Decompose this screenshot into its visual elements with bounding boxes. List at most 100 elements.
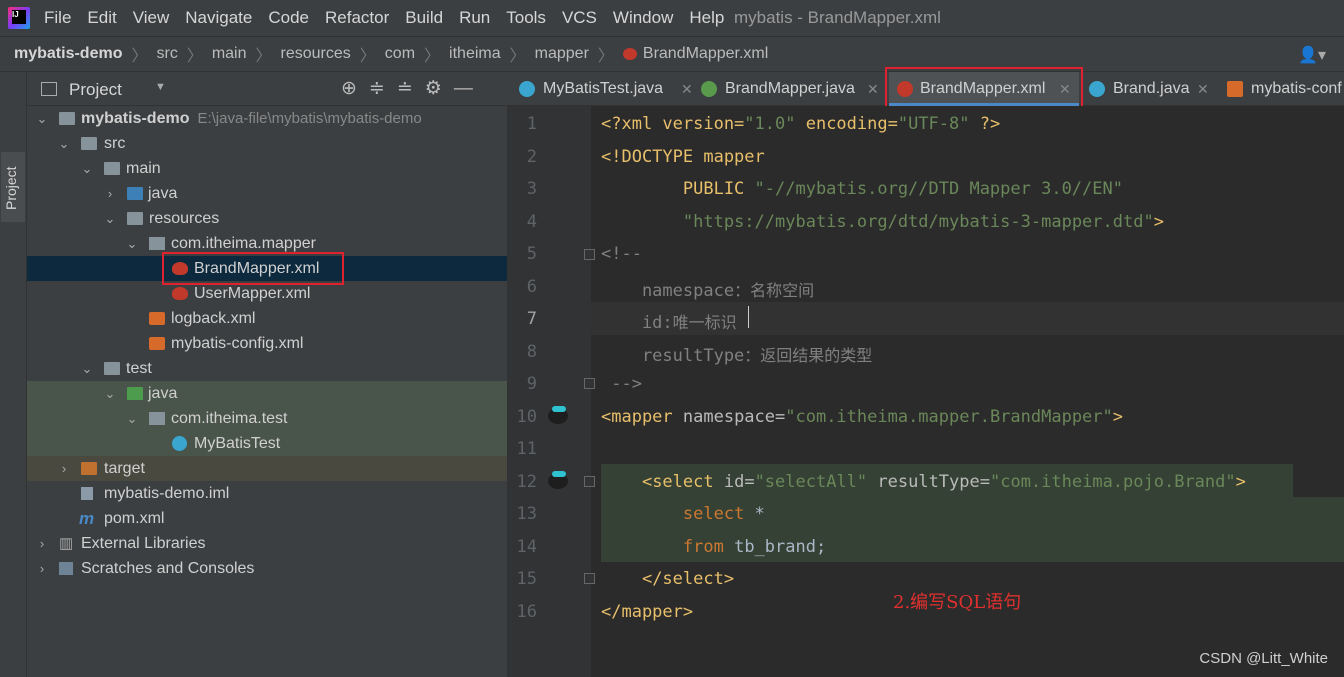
close-icon[interactable]: ✕ <box>867 72 879 106</box>
line-number: 15 <box>516 569 537 589</box>
menu-run[interactable]: Run <box>459 8 490 28</box>
tree-item-resources[interactable]: ⌄ resources <box>27 206 507 231</box>
crumb-src[interactable]: src <box>156 45 177 63</box>
fold-marker-icon[interactable] <box>584 476 595 487</box>
line-number: 6 <box>526 277 537 297</box>
code-line-14: from tb_brand; <box>682 537 827 557</box>
tree-label: logback.xml <box>171 310 256 327</box>
close-icon[interactable]: ✕ <box>681 72 693 106</box>
fold-marker-icon[interactable] <box>584 249 595 260</box>
tree-label: mybatis-demo <box>81 110 190 127</box>
project-panel-header: Project ▼ ⊕≑≐⚙— <box>27 72 507 106</box>
text-cursor <box>748 306 749 328</box>
project-tree: ⌄ mybatis-demo E:\java-file\mybatis\mybat… <box>27 106 507 677</box>
tree-item-scratches[interactable]: › Scratches and Consoles <box>27 556 507 581</box>
hide-icon[interactable]: — <box>454 78 485 99</box>
code-line-8: resultType：返回结果的类型 <box>601 346 873 366</box>
tree-item-java[interactable]: › java <box>27 181 507 206</box>
crumb-project[interactable]: mybatis-demo <box>14 45 122 63</box>
tree-item-test-java[interactable]: ⌄ java <box>27 381 507 406</box>
crumb-itheima[interactable]: itheima <box>449 45 501 63</box>
line-number: 12 <box>516 472 537 492</box>
line-number: 9 <box>526 374 537 394</box>
fold-marker-icon[interactable] <box>584 573 595 584</box>
menu-window[interactable]: Window <box>613 8 673 28</box>
menu-refactor[interactable]: Refactor <box>325 8 389 28</box>
collapse-all-icon[interactable]: ≐ <box>397 78 425 99</box>
mybatis-navigate-icon[interactable] <box>545 404 571 428</box>
crumb-com[interactable]: com <box>385 45 415 63</box>
tree-item-iml[interactable]: mybatis-demo.iml <box>27 481 507 506</box>
tree-item-external-libraries[interactable]: › ▥ External Libraries <box>27 531 507 556</box>
line-number: 5 <box>526 244 537 264</box>
project-tool-label: Project <box>3 166 19 210</box>
annotation-text: 2.编写SQL语句 <box>893 592 1022 613</box>
tab-mybatis-config[interactable]: mybatis-conf <box>1227 72 1344 106</box>
tree-label: java <box>148 385 178 402</box>
tree-item-test-package[interactable]: ⌄ com.itheima.test <box>27 406 507 431</box>
line-number: 13 <box>516 504 537 524</box>
tree-item-main[interactable]: ⌄ main <box>27 156 507 181</box>
tree-label: mybatis-config.xml <box>171 335 304 352</box>
menu-tools[interactable]: Tools <box>506 8 546 28</box>
tab-brand-java[interactable]: Brand.java ✕ <box>1089 72 1213 106</box>
tree-item-project-root[interactable]: ⌄ mybatis-demo E:\java-file\mybatis\mybat… <box>27 106 507 131</box>
menu-edit[interactable]: Edit <box>87 8 116 28</box>
code-line-12: <select id="selectAll" resultType="com.i… <box>641 472 1246 492</box>
line-number: 4 <box>526 212 537 232</box>
java-class-icon <box>1089 81 1105 97</box>
fold-marker-icon[interactable] <box>584 378 595 389</box>
menu-vcs[interactable]: VCS <box>562 8 597 28</box>
user-icon[interactable]: 👤▾ <box>1298 45 1326 65</box>
tree-label: java <box>148 185 178 202</box>
locate-icon[interactable]: ⊕ <box>341 78 369 99</box>
xml-file-icon <box>1227 81 1243 97</box>
crumb-mapper[interactable]: mapper <box>535 45 589 63</box>
tree-item-pom[interactable]: m pom.xml <box>27 506 507 531</box>
highlight-box-tree-file <box>162 252 344 285</box>
tree-item-logback-xml[interactable]: logback.xml <box>27 306 507 331</box>
menu-file[interactable]: File <box>44 8 71 28</box>
close-icon[interactable]: ✕ <box>1197 72 1209 106</box>
maven-icon: m <box>79 509 95 528</box>
tree-item-mybatis-config-xml[interactable]: mybatis-config.xml <box>27 331 507 356</box>
tree-item-target[interactable]: › target <box>27 456 507 481</box>
intellij-logo-icon: IJ <box>8 7 30 29</box>
gear-icon[interactable]: ⚙ <box>425 78 454 99</box>
line-number: 14 <box>516 537 537 557</box>
mybatis-navigate-icon[interactable] <box>545 469 571 493</box>
line-number: 8 <box>526 342 537 362</box>
crumb-file[interactable]: BrandMapper.xml <box>643 45 768 63</box>
project-panel-title[interactable]: Project <box>69 80 122 100</box>
crumb-main[interactable]: main <box>212 45 247 63</box>
module-folder-icon <box>59 112 75 125</box>
menu-bar: IJ File Edit View Navigate Code Refactor… <box>0 0 1344 36</box>
project-tool-button[interactable]: Project <box>1 152 25 222</box>
menu-navigate[interactable]: Navigate <box>185 8 252 28</box>
tree-label: target <box>104 460 145 477</box>
tree-label: mybatis-demo.iml <box>104 485 230 502</box>
project-view-icon <box>41 82 57 96</box>
tree-label: src <box>104 135 126 152</box>
expand-all-icon[interactable]: ≑ <box>369 78 397 99</box>
line-number: 1 <box>526 114 537 134</box>
tree-label: External Libraries <box>81 535 206 552</box>
line-number: 7 <box>526 309 537 329</box>
menu-code[interactable]: Code <box>268 8 309 28</box>
menu-help[interactable]: Help <box>689 8 724 28</box>
tab-mybatistest-java[interactable]: MyBatisTest.java ✕ <box>519 72 697 106</box>
tree-item-src[interactable]: ⌄ src <box>27 131 507 156</box>
tab-brandmapper-java[interactable]: BrandMapper.java ✕ <box>701 72 885 106</box>
tree-path: E:\java-file\mybatis\mybatis-demo <box>197 110 422 127</box>
tree-label: test <box>126 360 152 377</box>
xml-file-icon <box>149 312 165 325</box>
menu-view[interactable]: View <box>133 8 170 28</box>
xml-file-icon <box>149 337 165 350</box>
chevron-down-icon[interactable]: ▼ <box>155 81 166 93</box>
tree-item-mybatistest[interactable]: MyBatisTest <box>27 431 507 456</box>
tree-item-test[interactable]: ⌄ test <box>27 356 507 381</box>
code-line-6: namespace：名称空间 <box>601 281 815 301</box>
menu-build[interactable]: Build <box>405 8 443 28</box>
crumb-resources[interactable]: resources <box>281 45 351 63</box>
scratches-icon <box>59 562 73 575</box>
